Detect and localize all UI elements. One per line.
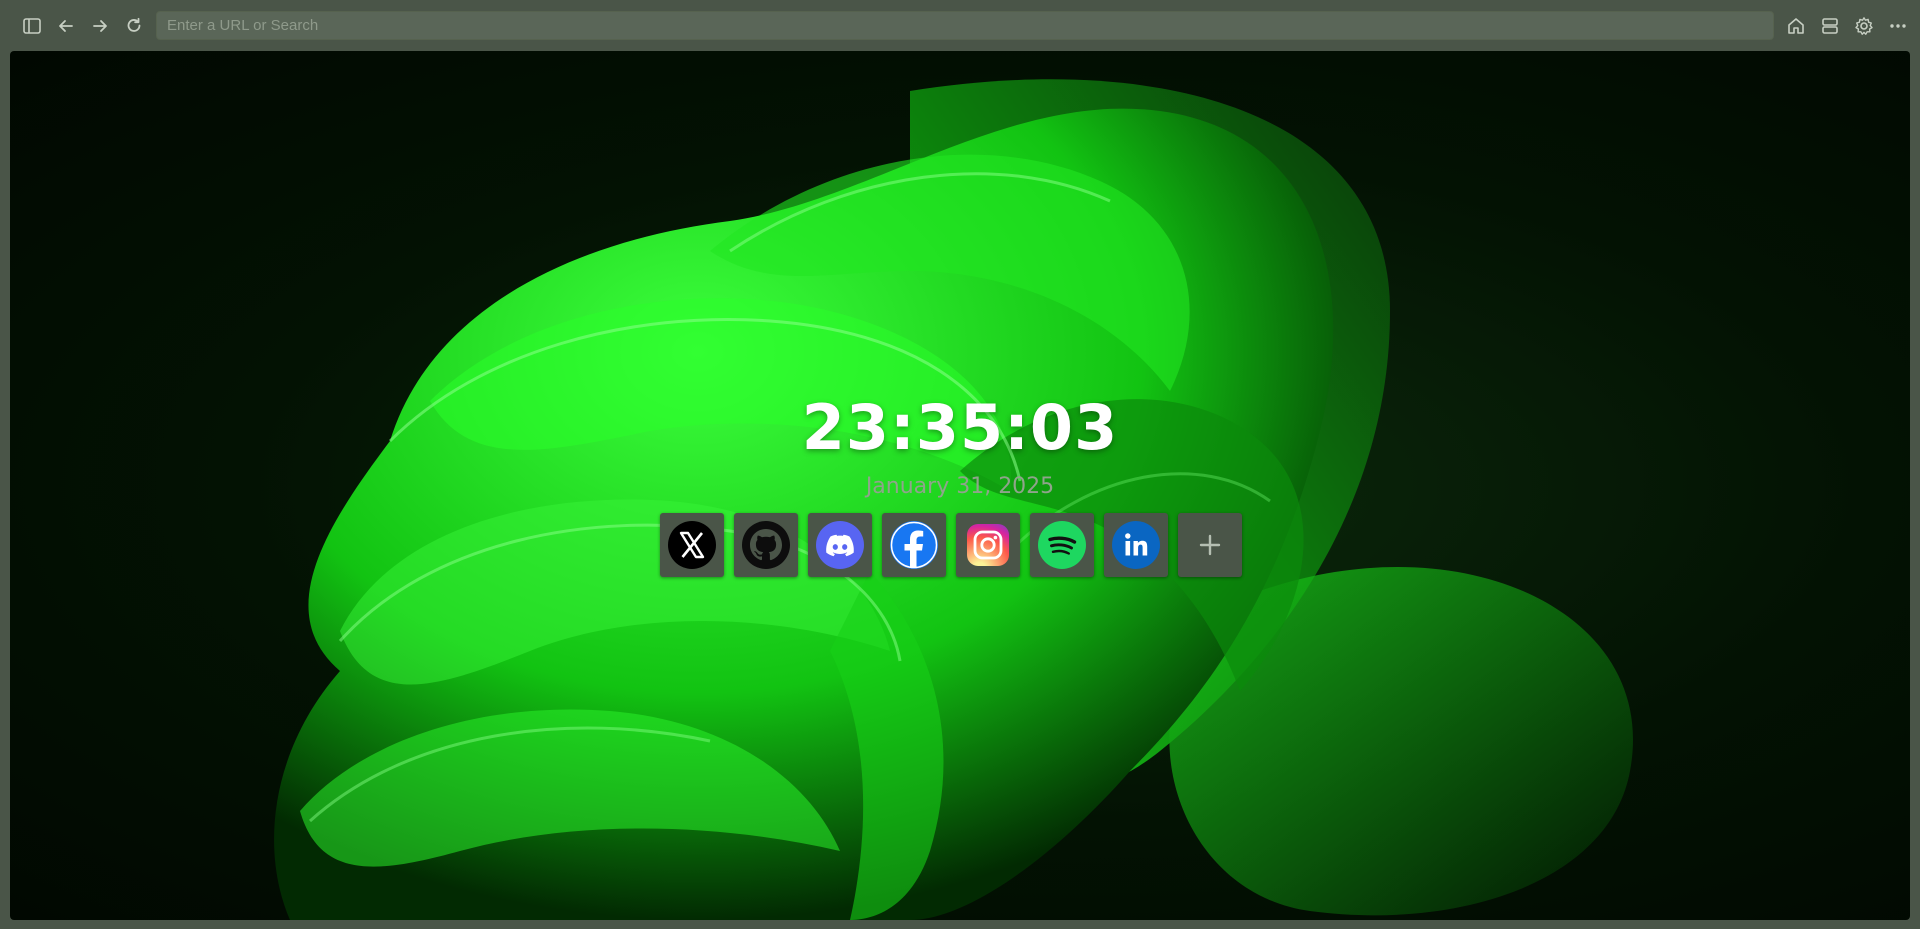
reload-icon[interactable] (118, 10, 150, 42)
shortcut-spotify[interactable] (1030, 513, 1094, 577)
x-icon (668, 521, 716, 569)
shortcut-grid (660, 513, 1242, 577)
shortcut-x[interactable] (660, 513, 724, 577)
shortcut-github[interactable] (734, 513, 798, 577)
arrow-left-icon[interactable] (50, 10, 82, 42)
add-shortcut-button[interactable] (1178, 513, 1242, 577)
url-bar[interactable] (156, 11, 1774, 40)
clock-date: January 31, 2025 (865, 474, 1055, 499)
discord-icon (816, 521, 864, 569)
linkedin-icon (1112, 521, 1160, 569)
facebook-icon (890, 521, 938, 569)
shortcut-linkedin[interactable] (1104, 513, 1168, 577)
browser-toolbar (0, 0, 1920, 51)
sidebar-toggle-icon[interactable] (16, 10, 48, 42)
arrow-right-icon[interactable] (84, 10, 116, 42)
github-icon (742, 521, 790, 569)
spotify-icon (1038, 521, 1086, 569)
shortcut-instagram[interactable] (956, 513, 1020, 577)
url-input[interactable] (157, 12, 1773, 39)
more-dots-icon[interactable] (1882, 10, 1914, 42)
new-tab-page: 23:35:03 January 31, 2025 (10, 51, 1910, 920)
shortcut-discord[interactable] (808, 513, 872, 577)
gear-icon[interactable] (1848, 10, 1880, 42)
shortcut-facebook[interactable] (882, 513, 946, 577)
tab-stack-icon[interactable] (1814, 10, 1846, 42)
clock-time: 23:35:03 (801, 391, 1119, 464)
plus-icon (1199, 534, 1221, 556)
home-icon[interactable] (1780, 10, 1812, 42)
instagram-icon (967, 524, 1009, 566)
